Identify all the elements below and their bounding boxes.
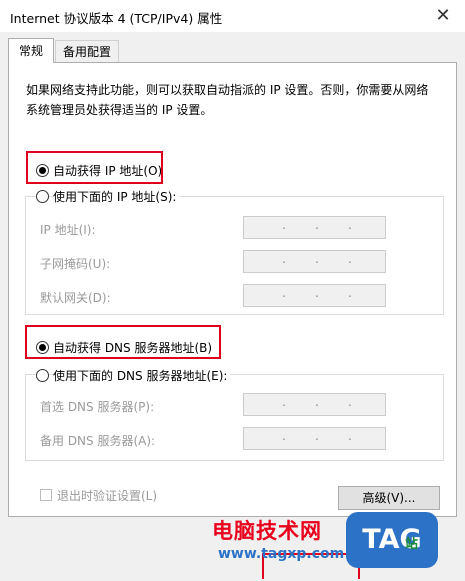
validate-on-exit-label[interactable]: 退出时验证设置(L): [57, 487, 157, 504]
description-text: 如果网络支持此功能，则可以获取自动指派的 IP 设置。否则，你需要从网络系统管理…: [26, 83, 429, 117]
auto-dns-label[interactable]: 自动获得 DNS 服务器地址(B): [53, 339, 212, 356]
close-icon[interactable]: ✕: [431, 4, 455, 28]
auto-ip-radio[interactable]: [36, 164, 49, 177]
subnet-mask-input[interactable]: ...: [243, 250, 386, 273]
advanced-button[interactable]: 高级(V)...: [338, 486, 440, 510]
radio-selected-dot: [39, 344, 46, 351]
title-bar: Internet 协议版本 4 (TCP/IPv4) 属性 ✕: [0, 0, 465, 32]
ip-address-input[interactable]: ...: [243, 216, 386, 239]
default-gateway-label: 默认网关(D):: [40, 291, 111, 305]
watermark-brand: 电脑技术网: [212, 519, 322, 543]
auto-dns-radio[interactable]: [36, 341, 49, 354]
alternate-dns-input[interactable]: ...: [243, 427, 386, 450]
manual-dns-radio[interactable]: [36, 369, 49, 382]
subnet-mask-label: 子网掩码(U):: [40, 257, 111, 271]
window-title: Internet 协议版本 4 (TCP/IPv4) 属性: [10, 11, 223, 26]
ip-address-label: IP 地址(I):: [40, 223, 96, 237]
manual-dns-label[interactable]: 使用下面的 DNS 服务器地址(E):: [53, 367, 231, 384]
alternate-dns-label: 备用 DNS 服务器(A):: [40, 434, 156, 448]
watermark-right-text: 站: [405, 537, 419, 552]
tab-general[interactable]: 常规: [8, 38, 54, 63]
preferred-dns-input[interactable]: ...: [243, 393, 386, 416]
validate-on-exit-checkbox[interactable]: [40, 489, 52, 501]
manual-ip-label[interactable]: 使用下面的 IP 地址(S):: [53, 188, 180, 205]
radio-selected-dot: [39, 167, 46, 174]
watermark-right-url: xz7.com: [374, 560, 417, 571]
tab-alternate-config[interactable]: 备用配置: [55, 40, 119, 62]
manual-ip-radio[interactable]: [36, 190, 49, 203]
preferred-dns-label: 首选 DNS 服务器(P):: [40, 400, 155, 414]
auto-ip-label[interactable]: 自动获得 IP 地址(O): [53, 162, 162, 179]
watermark-url: www.tagxp.com: [218, 546, 345, 562]
default-gateway-input[interactable]: ...: [243, 284, 386, 307]
